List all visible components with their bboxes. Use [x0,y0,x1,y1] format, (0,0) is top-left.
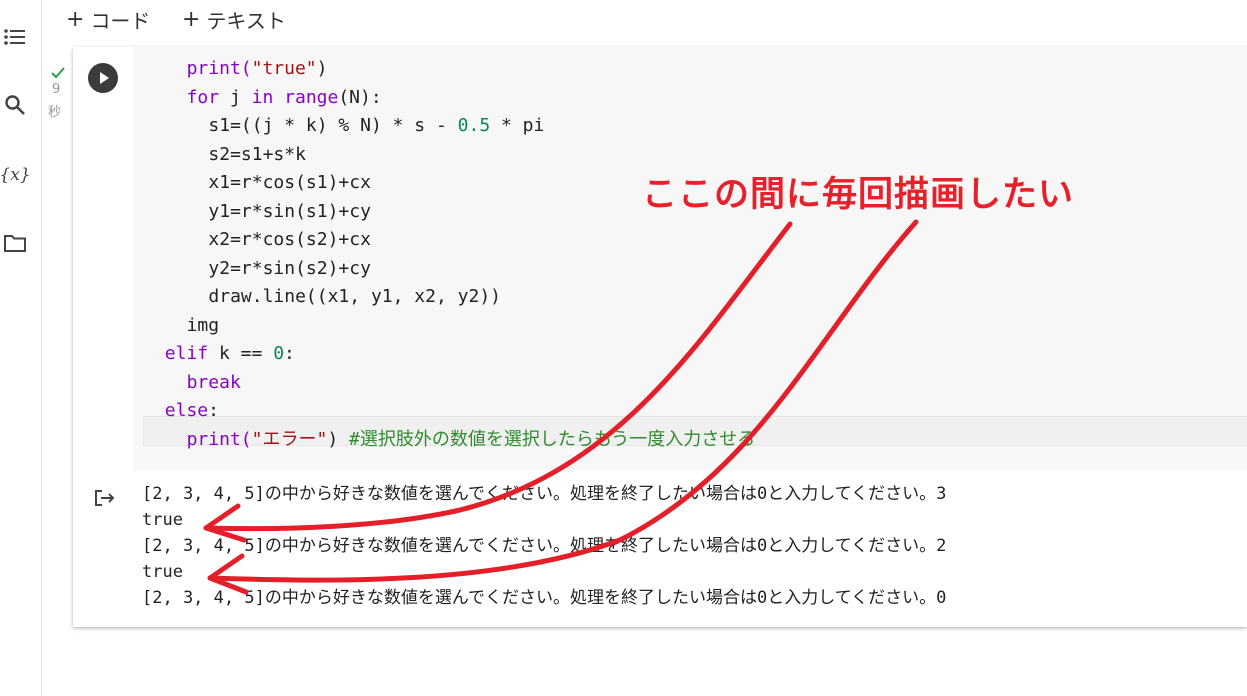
arrow-1-head [203,503,247,543]
annotation-text: ここの間に毎回描画したい [642,175,1075,215]
arrow-2-head [207,553,249,595]
annotation-arrows [203,219,919,595]
